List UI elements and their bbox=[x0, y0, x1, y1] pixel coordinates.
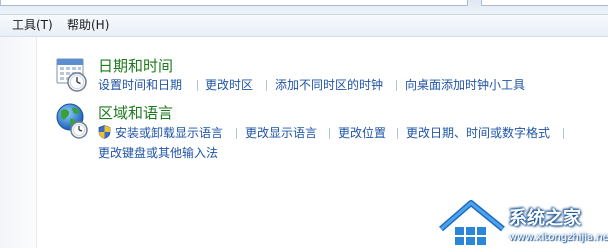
link-change-timezone[interactable]: 更改时区 bbox=[205, 78, 253, 92]
link-separator bbox=[329, 128, 330, 139]
menu-bar: 工具(T) 帮助(H) bbox=[0, 15, 608, 37]
link-install-display-language[interactable]: 安装或卸载显示语言 bbox=[115, 126, 223, 140]
link-separator bbox=[563, 128, 564, 139]
link-separator bbox=[236, 128, 237, 139]
link-set-time-date[interactable]: 设置时间和日期 bbox=[98, 78, 182, 92]
link-separator bbox=[397, 128, 398, 139]
left-pane-edge bbox=[0, 37, 37, 248]
calendar-clock-icon[interactable] bbox=[55, 55, 91, 93]
address-bar[interactable] bbox=[0, 0, 468, 6]
date-time-title[interactable]: 日期和时间 bbox=[98, 57, 173, 75]
link-separator bbox=[396, 80, 397, 91]
link-separator bbox=[197, 80, 198, 91]
uac-shield-icon bbox=[98, 125, 111, 139]
globe-clock-icon[interactable] bbox=[55, 102, 91, 140]
menu-tools[interactable]: 工具(T) bbox=[12, 18, 53, 33]
link-change-keyboard-input[interactable]: 更改键盘或其他输入法 bbox=[98, 146, 218, 160]
menu-help[interactable]: 帮助(H) bbox=[67, 18, 109, 33]
top-strip bbox=[0, 0, 608, 15]
link-add-clocks[interactable]: 添加不同时区的时钟 bbox=[275, 78, 383, 92]
watermark-url: www.xitongzhijia.net bbox=[509, 232, 608, 243]
link-change-location[interactable]: 更改位置 bbox=[338, 126, 386, 140]
watermark-house-logo-icon bbox=[439, 200, 505, 245]
link-change-date-time-number-format[interactable]: 更改日期、时间或数字格式 bbox=[406, 126, 550, 140]
link-separator bbox=[266, 80, 267, 91]
search-box[interactable] bbox=[481, 0, 608, 6]
watermark-text: 系统之家 bbox=[509, 208, 581, 229]
region-language-title[interactable]: 区域和语言 bbox=[98, 104, 173, 122]
link-change-display-language[interactable]: 更改显示语言 bbox=[245, 126, 317, 140]
link-add-clock-gadget[interactable]: 向桌面添加时钟小工具 bbox=[405, 78, 525, 92]
